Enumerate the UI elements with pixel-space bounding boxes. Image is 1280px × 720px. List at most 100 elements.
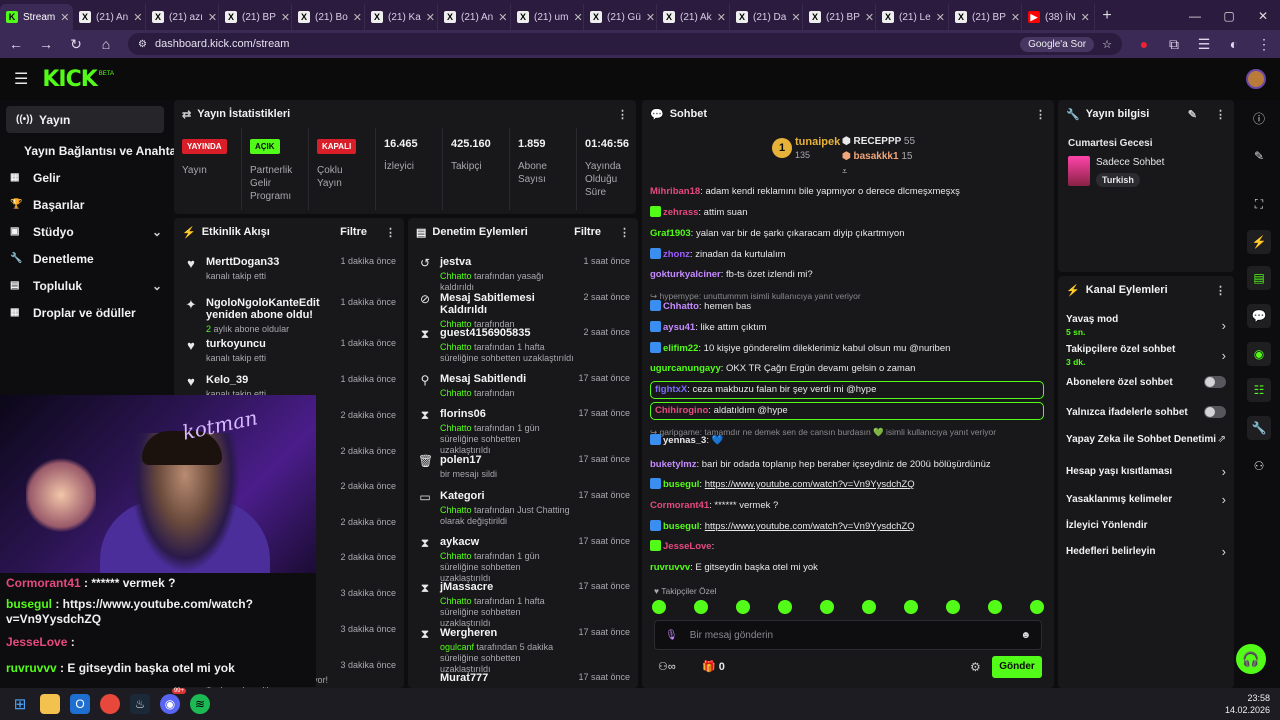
modlog-filter-button[interactable]: Filtre (574, 226, 601, 238)
profile-avatar-icon[interactable]: ◐ (1226, 36, 1242, 52)
tab-close-icon[interactable]: ✕ (426, 11, 435, 24)
reload-icon[interactable]: ↻ (68, 36, 84, 53)
emoji-icon[interactable]: ☻ (1020, 630, 1031, 641)
hamburger-menu-icon[interactable]: ☰ (14, 69, 28, 89)
back-icon[interactable]: ← (8, 36, 24, 52)
chat-message[interactable]: busegul: https://www.youtube.com/watch?v… (650, 478, 1042, 492)
chat-username[interactable]: Mihriban18 (650, 186, 700, 197)
emote-icon[interactable] (862, 600, 876, 614)
browser-tab[interactable]: K Stream ✕ (0, 4, 73, 30)
chat-username[interactable]: buketylmz (650, 459, 696, 470)
chat-settings-gear-icon[interactable]: ⚙ (970, 660, 981, 674)
edit-pencil-icon[interactable]: ✎ (1188, 108, 1197, 121)
toggle-switch[interactable] (1204, 376, 1226, 388)
chat-username[interactable]: Chihirogino (655, 405, 708, 416)
chat-message[interactable]: Chhatto: hemen bas (650, 300, 1042, 314)
windows-start-icon[interactable]: ⊞ (10, 694, 30, 714)
chat-username[interactable]: JesseLove (663, 541, 712, 552)
browser-tab[interactable]: X (21) Gü ✕ (584, 4, 657, 30)
chat-message[interactable]: zehrass: attim suan (650, 206, 1042, 220)
broadcast-rail-icon[interactable]: ◉ (1247, 342, 1271, 366)
chat-username[interactable]: elifim22 (663, 343, 698, 354)
activity-row[interactable]: ♥ turkoyuncu kanalı takip etti 1 dakika önc… (174, 338, 404, 363)
chat-menu-icon[interactable]: ⋮ (1035, 108, 1046, 121)
chat-username[interactable]: zehrass (663, 207, 698, 218)
chat-message[interactable]: zhonz: zinadan da kurtulalım (650, 248, 1042, 262)
channel-action-row[interactable]: Hedefleri belirleyin › (1058, 544, 1234, 559)
tab-close-icon[interactable]: ✕ (281, 11, 290, 24)
tab-close-icon[interactable]: ✕ (791, 11, 800, 24)
tab-close-icon[interactable]: ✕ (646, 11, 655, 24)
activity-filter-button[interactable]: Filtre (340, 226, 367, 238)
sidebar-item[interactable]: Yayın Bağlantısı ve Anahtarı (0, 137, 184, 164)
stats-menu-icon[interactable]: ⋮ (617, 108, 628, 121)
maximize-button[interactable]: ▢ (1212, 2, 1246, 30)
chat-message[interactable]: JesseLove: (650, 540, 1042, 554)
pencil-icon[interactable]: ✎ (1247, 144, 1271, 168)
emote-icon[interactable] (694, 600, 708, 614)
chat-message[interactable]: fightxX: ceza makbuzu falan bir şey verd… (650, 381, 1044, 399)
chat-message[interactable]: buketylmz: bari bir odada toplanıp hep b… (650, 458, 1042, 472)
tab-close-icon[interactable]: ✕ (498, 11, 507, 24)
streaminfo-menu-icon[interactable]: ⋮ (1215, 108, 1226, 121)
new-tab-button[interactable]: + (1095, 4, 1119, 30)
chevron-right-icon[interactable]: › (1222, 492, 1226, 507)
modlog-row[interactable]: ⧗ guest4156905835 Chhatto tarafından 1 haf… (408, 327, 638, 364)
modlog-row[interactable]: ⧗ jMassacre Chhatto tarafından 1 hafta sür… (408, 581, 638, 629)
sidebar-item[interactable]: ((•)) Yayın (6, 106, 164, 133)
steam-icon[interactable]: ♨ (130, 694, 150, 714)
chat-rail-icon[interactable]: 💬 (1247, 304, 1271, 328)
category-name[interactable]: Sadece Sohbet (1096, 157, 1164, 168)
modlog-row[interactable]: Murat777 17 saat önce (408, 672, 638, 687)
toggle-switch[interactable] (1204, 406, 1226, 418)
emote-icon[interactable] (736, 600, 750, 614)
emote-icon[interactable] (904, 600, 918, 614)
emote-icon[interactable] (778, 600, 792, 614)
reading-list-icon[interactable]: ☰ (1196, 36, 1212, 53)
user-avatar[interactable] (1246, 69, 1266, 89)
browser-tab[interactable]: X (21) An ✕ (438, 4, 511, 30)
tab-close-icon[interactable]: ✕ (208, 11, 217, 24)
browser-tab[interactable]: X (21) Da ✕ (730, 4, 803, 30)
chat-input[interactable]: 🎙 Bir mesaj gönderin ☻ (654, 620, 1042, 650)
chat-username[interactable]: yennas_3 (663, 435, 706, 446)
info-icon[interactable]: ⓘ (1247, 106, 1271, 130)
chrome-icon[interactable] (100, 694, 120, 714)
outlook-icon[interactable]: O (70, 694, 90, 714)
browser-tab[interactable]: X (21) Ka ✕ (365, 4, 438, 30)
channel-action-row[interactable]: Yapay Zeka ile Sohbet Denetimi ⇗ (1058, 434, 1234, 445)
site-info-icon[interactable]: ⚙ (138, 39, 147, 50)
modlog-row[interactable]: ↺ jestva Chhatto tarafından yasağı kaldırı… (408, 256, 638, 293)
activity-menu-icon[interactable]: ⋮ (385, 226, 396, 239)
emote-icon[interactable] (988, 600, 1002, 614)
close-window-button[interactable]: ✕ (1246, 2, 1280, 30)
chat-message[interactable]: ugurcanungayy: OKX TR Çağrı Ergün devamı… (650, 362, 1042, 376)
modlog-row[interactable]: ⧗ aykacw Chhatto tarafından 1 gün süreliği… (408, 536, 638, 584)
chat-message[interactable]: Cormorant41: ****** vermek ? (650, 499, 1042, 513)
chat-username[interactable]: Graf1903 (650, 228, 691, 239)
activity-row[interactable]: ✦ NgoloNgoloKanteEdit yeniden abone oldu!… (174, 297, 404, 334)
tab-close-icon[interactable]: ✕ (60, 11, 69, 24)
system-clock[interactable]: 23:58 14.02.2026 (1225, 692, 1270, 716)
browser-tab[interactable]: X (21) Ak ✕ (657, 4, 730, 30)
chat-message[interactable]: aysu41: like attım çıktım (650, 321, 1042, 335)
extension-icon[interactable]: ● (1136, 36, 1152, 52)
chevron-right-icon[interactable]: › (1222, 544, 1226, 559)
modlog-row[interactable]: ⧗ florins06 Chhatto tarafından 1 gün sürel… (408, 408, 638, 456)
extensions-puzzle-icon[interactable]: ⧉ (1166, 36, 1182, 53)
activity-row[interactable]: ♥ MerttDogan33 kanalı takip etti 1 dakika ö… (174, 256, 404, 281)
tab-close-icon[interactable]: ✕ (717, 11, 726, 24)
modlog-row[interactable]: ⚲ Mesaj Sabitlendi Chhatto tarafından 17 sa… (408, 373, 638, 399)
browser-tab[interactable]: X (21) BP ✕ (949, 4, 1022, 30)
chevron-right-icon[interactable]: › (1222, 464, 1226, 479)
language-tag[interactable]: Turkish (1096, 173, 1140, 187)
file-explorer-icon[interactable] (40, 694, 60, 714)
browser-menu-icon[interactable]: ⋮ (1256, 36, 1272, 53)
chat-username[interactable]: Cormorant41 (650, 500, 709, 511)
lightning-rail-icon[interactable]: ⚡ (1247, 230, 1271, 254)
tab-close-icon[interactable]: ✕ (1081, 11, 1090, 24)
channel-action-row[interactable]: İzleyici Yönlendir (1058, 520, 1234, 531)
channel-action-row[interactable]: Yavaş mod 5 sn. › (1058, 314, 1234, 337)
channel-action-row[interactable]: Hesap yaşı kısıtlaması › (1058, 464, 1234, 479)
wrench-rail-icon[interactable]: 🔧 (1247, 416, 1271, 440)
